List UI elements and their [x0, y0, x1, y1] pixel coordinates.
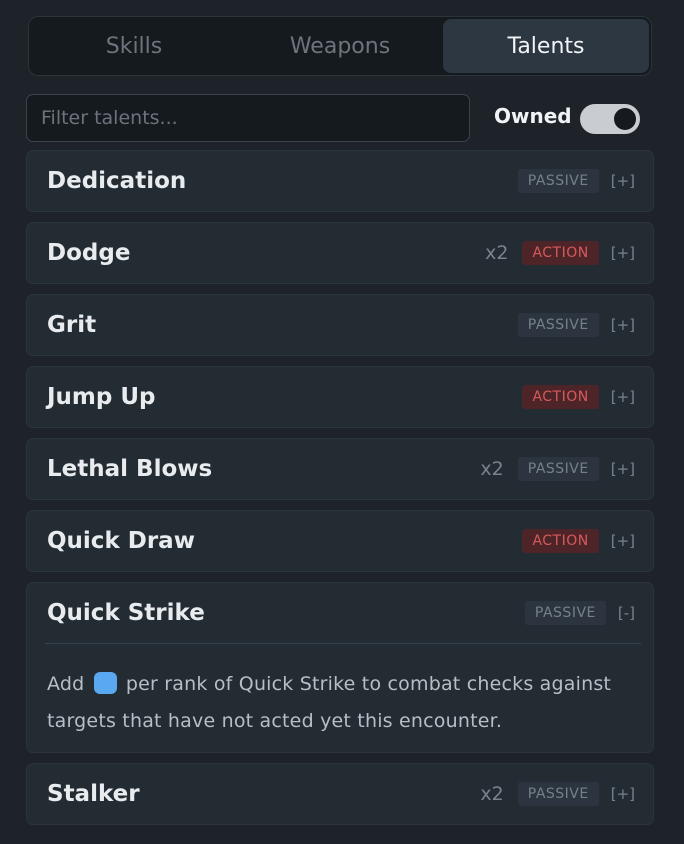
talent-item-quick-draw: Quick Draw ACTION [+] [26, 510, 654, 572]
talent-name: Quick Draw [47, 528, 195, 554]
talent-name: Dodge [47, 240, 131, 266]
talent-header[interactable]: Lethal Blows x2 PASSIVE [+] [27, 439, 653, 499]
talent-description: Add per rank of Quick Strike to combat c… [45, 643, 641, 752]
talent-type-badge: PASSIVE [524, 601, 606, 625]
talent-header[interactable]: Quick Draw ACTION [+] [27, 511, 653, 571]
talent-name: Dedication [47, 168, 187, 194]
collapse-toggle[interactable]: [-] [618, 604, 635, 622]
tab-weapons[interactable]: Weapons [237, 19, 443, 73]
talent-item-quick-strike: Quick Strike PASSIVE [-] Add per rank of… [26, 582, 654, 753]
talent-header[interactable]: Dedication PASSIVE [+] [27, 151, 653, 211]
owned-toggle[interactable] [580, 104, 640, 134]
talent-item-dedication: Dedication PASSIVE [+] [26, 150, 654, 212]
talent-name: Stalker [47, 781, 140, 807]
tab-talents[interactable]: Talents [443, 19, 649, 73]
description-text-end: per rank of Quick Strike to combat check… [47, 673, 612, 732]
talent-type-badge: PASSIVE [517, 313, 599, 337]
talent-name: Lethal Blows [47, 456, 213, 482]
talent-name: Jump Up [47, 384, 156, 410]
boost-die-icon [93, 672, 117, 694]
tab-bar: Skills Weapons Talents [28, 16, 652, 76]
talent-header[interactable]: Stalker x2 PASSIVE [+] [27, 764, 653, 824]
talent-rank: x2 [485, 242, 509, 264]
talent-type-badge: PASSIVE [517, 169, 599, 193]
expand-toggle[interactable]: [+] [611, 172, 635, 190]
tab-skills[interactable]: Skills [31, 19, 237, 73]
talent-type-badge: ACTION [522, 241, 599, 265]
description-text-start: Add [47, 673, 85, 695]
talent-name: Grit [47, 312, 97, 338]
talent-item-dodge: Dodge x2 ACTION [+] [26, 222, 654, 284]
talent-header[interactable]: Grit PASSIVE [+] [27, 295, 653, 355]
talent-type-badge: PASSIVE [517, 457, 599, 481]
expand-toggle[interactable]: [+] [611, 785, 635, 803]
talent-name: Quick Strike [47, 600, 205, 626]
talent-type-badge: ACTION [522, 385, 599, 409]
talent-type-badge: ACTION [522, 529, 599, 553]
talent-header[interactable]: Jump Up ACTION [+] [27, 367, 653, 427]
talent-list: Dedication PASSIVE [+] Dodge x2 ACTION [… [26, 150, 654, 835]
owned-label: Owned [494, 104, 572, 128]
talent-item-grit: Grit PASSIVE [+] [26, 294, 654, 356]
talent-rank: x2 [480, 458, 504, 480]
expand-toggle[interactable]: [+] [611, 316, 635, 334]
talent-item-lethal-blows: Lethal Blows x2 PASSIVE [+] [26, 438, 654, 500]
talent-type-badge: PASSIVE [517, 782, 599, 806]
toggle-knob [614, 108, 636, 130]
expand-toggle[interactable]: [+] [611, 388, 635, 406]
expand-toggle[interactable]: [+] [611, 244, 635, 262]
talent-item-stalker: Stalker x2 PASSIVE [+] [26, 763, 654, 825]
filter-row: Owned [26, 94, 650, 142]
talent-header[interactable]: Quick Strike PASSIVE [-] [27, 583, 653, 643]
talent-rank: x2 [480, 783, 504, 805]
expand-toggle[interactable]: [+] [611, 532, 635, 550]
talent-item-jump-up: Jump Up ACTION [+] [26, 366, 654, 428]
talent-header[interactable]: Dodge x2 ACTION [+] [27, 223, 653, 283]
expand-toggle[interactable]: [+] [611, 460, 635, 478]
filter-talents-input[interactable] [26, 94, 470, 142]
